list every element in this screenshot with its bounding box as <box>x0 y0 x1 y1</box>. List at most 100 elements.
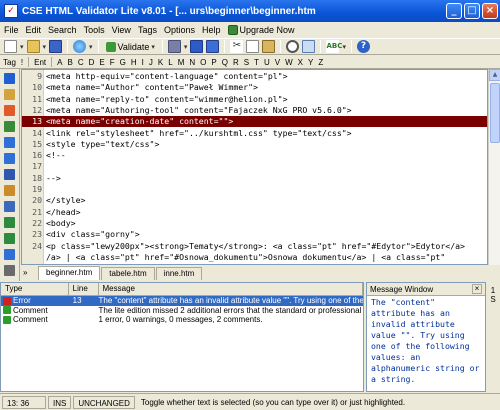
sidebar-table-icon[interactable] <box>4 249 15 260</box>
menu-view[interactable]: View <box>112 25 131 35</box>
sidebar-close-icon[interactable] <box>4 105 15 116</box>
code-line[interactable]: 9 <meta http-equiv="content-language" con… <box>22 71 487 82</box>
line-code[interactable]: <div class="gorny"> <box>46 229 140 239</box>
tag-letter[interactable]: L <box>168 58 172 67</box>
code-line[interactable]: 15 <style type="text/css"> <box>22 139 487 150</box>
sidebar-check-icon[interactable] <box>4 217 15 228</box>
scroll-thumb[interactable] <box>490 83 500 143</box>
tag-letter[interactable]: J <box>149 58 153 67</box>
tag-letter[interactable]: E <box>99 58 104 67</box>
tab-beginner[interactable]: beginner.htm <box>38 266 101 280</box>
code-line[interactable]: 17 <box>22 161 487 172</box>
config-dropdown-arrow[interactable]: ▾ <box>184 43 188 51</box>
line-code[interactable]: <link rel="stylesheet" href="../kurshtml… <box>46 128 352 138</box>
validate-button[interactable]: Validate ▾ <box>104 41 157 52</box>
status-mode[interactable]: INS <box>48 395 72 409</box>
code-line[interactable]: 20 </style> <box>22 195 487 206</box>
tag-letter[interactable]: C <box>78 58 84 67</box>
line-code[interactable]: --> <box>46 173 61 183</box>
tag-letter[interactable]: P <box>211 58 216 67</box>
tag-letter[interactable]: T <box>254 58 259 67</box>
tag-letter[interactable]: N <box>189 58 195 67</box>
line-code[interactable]: <meta http-equiv="content-language" cont… <box>46 71 288 81</box>
spellcheck-icon[interactable]: ABC <box>326 40 342 53</box>
code-line[interactable]: 18 --> <box>22 173 487 184</box>
tag-letter[interactable]: B <box>68 58 73 67</box>
tab-tabele[interactable]: tabele.htm <box>101 267 155 280</box>
vertical-scrollbar[interactable]: ▲ <box>488 69 500 265</box>
code-editor[interactable]: 9 <meta http-equiv="content-language" con… <box>21 69 488 265</box>
sidebar-alert-icon[interactable] <box>4 185 15 196</box>
code-line[interactable]: 22 <body> <box>22 218 487 229</box>
tag-letter[interactable]: V <box>275 58 280 67</box>
line-code[interactable]: <meta name="creation-date" content=""> <box>46 116 233 126</box>
menu-tools[interactable]: Tools <box>84 25 105 35</box>
sidebar-indent-icon[interactable] <box>4 137 15 148</box>
open-folder-icon[interactable] <box>26 40 40 53</box>
upgrade-now-menu[interactable]: Upgrade Now <box>227 25 295 35</box>
code-line[interactable]: 14 <link rel="stylesheet" href="../kursht… <box>22 128 487 139</box>
spellcheck-dropdown-arrow[interactable]: ▾ <box>342 43 346 51</box>
line-code[interactable]: <style type="text/css"> <box>46 139 159 149</box>
menu-search[interactable]: Search <box>48 25 77 35</box>
sidebar-format-icon[interactable] <box>4 201 15 212</box>
line-code[interactable]: /a> | <a class="pt" href="#Osnowa_dokume… <box>46 252 445 262</box>
copy-icon[interactable] <box>246 40 260 53</box>
line-code[interactable]: <meta name="reply-to" content="wimmer@he… <box>46 94 288 104</box>
tag-letter[interactable]: A <box>57 58 62 67</box>
app-icon[interactable]: ✓ <box>4 4 18 18</box>
tag-ent[interactable]: Ent <box>34 58 46 67</box>
tag-letter[interactable]: I <box>142 58 144 67</box>
tag-letter[interactable]: Z <box>318 58 323 67</box>
messages-panel[interactable]: Type Line Message Error 13 The "content"… <box>0 282 364 392</box>
sidebar-more-icon[interactable] <box>4 265 15 276</box>
message-row[interactable]: Comment The lite edition missed 2 additi… <box>1 306 363 316</box>
line-code[interactable]: <p class="lewy200px"><strong>Tematy</str… <box>46 241 465 251</box>
col-line[interactable]: Line <box>69 283 99 295</box>
sidebar-blue-icon[interactable] <box>4 73 15 84</box>
code-line[interactable]: 21 </head> <box>22 207 487 218</box>
menu-options[interactable]: Options <box>164 25 195 35</box>
line-code[interactable]: </style> <box>46 195 85 205</box>
tag-letter[interactable]: H <box>131 58 137 67</box>
sidebar-green-icon[interactable] <box>4 233 15 244</box>
web-dropdown-arrow[interactable]: ▾ <box>89 43 93 51</box>
close-button[interactable]: × <box>482 3 498 19</box>
tag-letter[interactable]: W <box>285 58 293 67</box>
maximize-button[interactable]: □ <box>464 3 480 19</box>
tag-letter[interactable]: R <box>233 58 239 67</box>
tag-letter[interactable]: F <box>110 58 115 67</box>
menu-file[interactable]: File <box>4 25 19 35</box>
tag-letter[interactable]: X <box>298 58 303 67</box>
tag-letter[interactable]: D <box>89 58 95 67</box>
paste-icon[interactable] <box>262 40 276 53</box>
scroll-up-icon[interactable]: ▲ <box>489 69 500 81</box>
line-code[interactable]: <body> <box>46 218 76 228</box>
menu-edit[interactable]: Edit <box>26 25 42 35</box>
line-code[interactable]: <meta name="Author" content="Paweł Wimme… <box>46 82 258 92</box>
code-line[interactable]: 12 <meta name="Authoring-tool" content="F… <box>22 105 487 116</box>
code-line[interactable]: /a> | <a class="pt" href="#Osnowa_dokume… <box>22 252 487 263</box>
replace-icon[interactable] <box>302 40 316 53</box>
tag-letter[interactable]: S <box>244 58 249 67</box>
tag-exclaim[interactable]: ! <box>21 58 23 67</box>
save-icon[interactable] <box>49 40 63 53</box>
config-icon[interactable] <box>167 40 181 53</box>
new-dropdown-arrow[interactable]: ▾ <box>20 43 24 51</box>
code-line[interactable]: 19 <box>22 184 487 195</box>
web-icon[interactable] <box>73 40 87 53</box>
line-code[interactable]: <meta name="Authoring-tool" content="Faj… <box>46 105 352 115</box>
code-line[interactable]: 24 <p class="lewy200px"><strong>Tematy</s… <box>22 241 487 252</box>
find-icon[interactable] <box>286 40 300 53</box>
tag-letter[interactable]: M <box>178 58 185 67</box>
tag-letter[interactable]: Q <box>222 58 228 67</box>
open-dropdown-arrow[interactable]: ▾ <box>43 43 47 51</box>
tab-inne[interactable]: inne.htm <box>155 267 203 280</box>
code-line[interactable]: 10 <meta name="Author" content="Paweł Wim… <box>22 82 487 93</box>
line-code[interactable]: </head> <box>46 207 81 217</box>
properties-icon[interactable] <box>206 40 220 53</box>
tag-letter[interactable]: U <box>264 58 270 67</box>
help-icon[interactable]: ? <box>356 40 370 53</box>
new-document-icon[interactable] <box>4 40 17 53</box>
sidebar-paragraph-icon[interactable] <box>4 169 15 180</box>
